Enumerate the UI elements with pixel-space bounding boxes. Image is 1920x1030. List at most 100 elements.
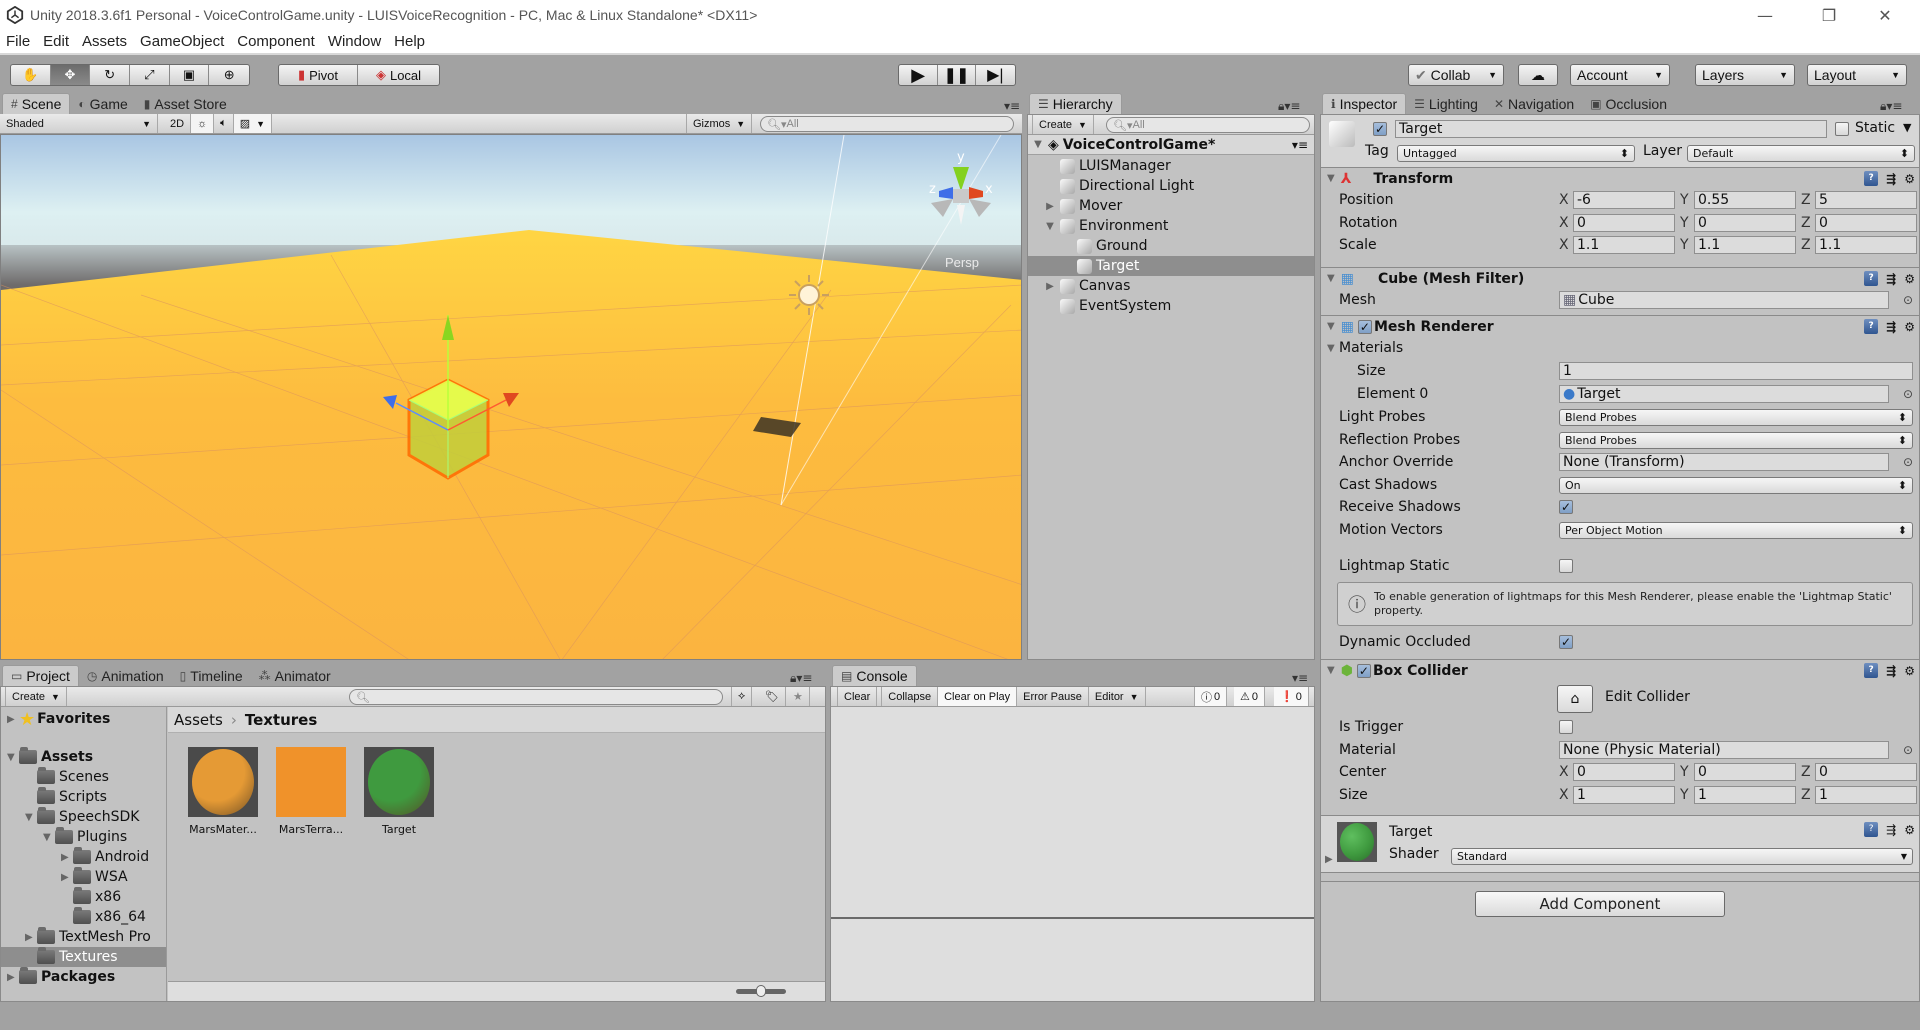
project-folder-item[interactable]: x86_64 <box>1 907 166 927</box>
tab-timeline[interactable]: ▯ Timeline <box>172 665 251 686</box>
effects-dropdown[interactable]: ▨ ▼ <box>233 114 273 133</box>
rotation-x-input[interactable]: 0 <box>1573 213 1675 232</box>
expand-arrow-icon[interactable]: ▶ <box>7 972 19 983</box>
breadcrumb-assets[interactable]: Assets <box>174 711 223 729</box>
slider-handle[interactable] <box>756 985 766 997</box>
gear-icon[interactable]: ⚙ <box>1904 664 1915 678</box>
project-folder-item[interactable]: ▶ ★ Favorites <box>1 709 166 730</box>
2d-toggle[interactable]: 2D <box>164 114 192 133</box>
object-active-checkbox[interactable]: ✓ <box>1373 122 1387 136</box>
y-axis-label[interactable]: Y <box>1680 192 1689 208</box>
layout-dropdown[interactable]: Layout ▼ <box>1807 64 1907 86</box>
collider-size-y-input[interactable]: 1 <box>1694 785 1796 804</box>
object-picker-icon[interactable]: ⊙ <box>1903 293 1913 307</box>
hierarchy-create-dropdown[interactable]: Create ▼ <box>1032 115 1094 134</box>
menu-file[interactable]: File <box>6 33 30 50</box>
x-axis-label[interactable]: X <box>1559 787 1569 803</box>
object-name-input[interactable]: Target <box>1395 120 1827 138</box>
static-checkbox[interactable] <box>1835 122 1849 136</box>
lock-menu-icon[interactable]: 🔒︎▾≡ <box>790 671 812 686</box>
hierarchy-item[interactable]: EventSystem <box>1028 296 1314 316</box>
dynamic-occluded-checkbox[interactable]: ✓ <box>1559 635 1573 649</box>
collider-material-field[interactable]: None (Physic Material) <box>1559 741 1889 759</box>
breadcrumb-textures[interactable]: Textures <box>245 711 317 729</box>
layers-dropdown[interactable]: Layers ▼ <box>1695 64 1795 86</box>
expand-arrow-icon[interactable]: ▼ <box>7 752 19 763</box>
restore-button[interactable]: ❐ <box>1806 0 1852 30</box>
console-log-list[interactable] <box>831 708 1314 904</box>
preset-icon[interactable]: ⇶ <box>1886 823 1896 837</box>
hierarchy-item[interactable]: ▶ Mover <box>1028 196 1314 216</box>
y-axis-label[interactable]: Y <box>1680 764 1689 780</box>
project-folder-item[interactable]: ▶ TextMesh Pro <box>1 927 166 947</box>
help-book-icon[interactable]: ? <box>1864 663 1879 678</box>
box-collider-enabled-checkbox[interactable]: ✓ <box>1356 663 1371 678</box>
transform-tool-button[interactable]: ⊕ <box>209 65 249 85</box>
minimize-button[interactable]: — <box>1742 0 1788 30</box>
object-picker-icon[interactable]: ⊙ <box>1903 387 1913 401</box>
help-book-icon[interactable]: ? <box>1864 271 1879 286</box>
project-folder-item[interactable]: Scripts <box>1 787 166 807</box>
console-error-pause-toggle[interactable]: Error Pause <box>1017 687 1089 706</box>
gameobject-icon[interactable] <box>1329 121 1355 147</box>
console-info-toggle[interactable]: ⓘ 0 <box>1194 687 1228 706</box>
scale-x-input[interactable]: 1.1 <box>1573 236 1675 254</box>
layer-dropdown[interactable]: Default ⬍ <box>1687 145 1915 162</box>
menu-gameobject[interactable]: GameObject <box>140 33 224 50</box>
hierarchy-search-input[interactable]: 🔍︎▾ All <box>1106 117 1310 133</box>
pivot-toggle[interactable]: ▮ Pivot <box>279 65 359 85</box>
light-probes-dropdown[interactable]: Blend Probes ⬍ <box>1559 408 1913 426</box>
lock-menu-icon[interactable]: 🔒︎▾≡ <box>1880 99 1902 114</box>
hierarchy-item[interactable]: Directional Light <box>1028 176 1314 196</box>
transform-header[interactable]: ▼ ⅄ Transform ? ⇶ ⚙ <box>1321 167 1919 189</box>
pause-button[interactable]: ❚❚ <box>938 65 976 85</box>
z-axis-label[interactable]: Z <box>1801 237 1811 253</box>
console-error-toggle[interactable]: ❗ 0 <box>1274 687 1309 706</box>
center-x-input[interactable]: 0 <box>1573 763 1675 781</box>
hierarchy-item[interactable]: ▼ Environment <box>1028 216 1314 236</box>
favorite-button[interactable]: ★ <box>787 687 810 706</box>
gear-icon[interactable]: ⚙ <box>1904 272 1915 286</box>
panel-menu-icon[interactable]: ▾≡ <box>1004 99 1020 113</box>
fold-arrow-icon[interactable]: ▼ <box>1327 321 1335 332</box>
filter-by-label-button[interactable]: 🏷︎ <box>759 687 786 706</box>
expand-arrow-icon[interactable]: ▶ <box>25 932 37 943</box>
tab-occlusion[interactable]: ▣ Occlusion <box>1582 93 1675 114</box>
motion-vectors-dropdown[interactable]: Per Object Motion ⬍ <box>1559 521 1913 539</box>
center-z-input[interactable]: 0 <box>1815 763 1917 781</box>
projection-label[interactable]: Persp <box>945 255 979 270</box>
lock-menu-icon[interactable]: 🔒︎▾≡ <box>1278 99 1300 114</box>
project-create-dropdown[interactable]: Create ▼ <box>5 687 67 706</box>
z-axis-label[interactable]: Z <box>1801 192 1811 208</box>
preset-icon[interactable]: ⇶ <box>1886 172 1896 186</box>
x-axis-label[interactable]: X <box>1559 215 1569 231</box>
project-folder-item[interactable]: ▼ Assets <box>1 747 166 767</box>
fold-arrow-icon[interactable]: ▼ <box>1327 273 1335 284</box>
shading-mode-dropdown[interactable]: Shaded ▼ <box>0 114 158 133</box>
tab-lighting[interactable]: ☰ Lighting <box>1406 93 1486 114</box>
collab-dropdown[interactable]: ✔ Collab ▼ <box>1408 64 1504 86</box>
cloud-button[interactable]: ☁ <box>1518 64 1558 86</box>
fold-arrow-icon[interactable]: ▼ <box>1327 343 1335 354</box>
tab-hierarchy[interactable]: ☰ Hierarchy <box>1029 93 1122 114</box>
project-folder-item[interactable]: Scenes <box>1 767 166 787</box>
fold-arrow-icon[interactable]: ▼ <box>1327 173 1335 184</box>
project-folder-item[interactable]: ▼ Plugins <box>1 827 166 847</box>
close-button[interactable]: ✕ <box>1862 0 1908 30</box>
help-book-icon[interactable]: ? <box>1864 319 1879 334</box>
help-book-icon[interactable]: ? <box>1864 171 1879 186</box>
center-y-input[interactable]: 0 <box>1694 763 1796 781</box>
account-dropdown[interactable]: Account ▼ <box>1570 64 1670 86</box>
tab-scene[interactable]: # Scene <box>2 93 71 114</box>
expand-arrow-icon[interactable]: ▶ <box>1044 201 1056 212</box>
gear-icon[interactable]: ⚙ <box>1904 823 1915 837</box>
add-component-button[interactable]: Add Component <box>1475 891 1725 917</box>
local-toggle[interactable]: ◈ Local <box>358 65 439 85</box>
materials-size-input[interactable]: 1 <box>1559 362 1913 380</box>
tab-inspector[interactable]: ℹ Inspector <box>1322 93 1407 114</box>
tab-asset-store[interactable]: ▮ Asset Store <box>136 93 235 114</box>
hand-tool-button[interactable]: ✋ <box>11 65 51 85</box>
is-trigger-checkbox[interactable] <box>1559 720 1573 734</box>
collider-size-x-input[interactable]: 1 <box>1573 785 1675 804</box>
object-picker-icon[interactable]: ⊙ <box>1903 455 1913 469</box>
